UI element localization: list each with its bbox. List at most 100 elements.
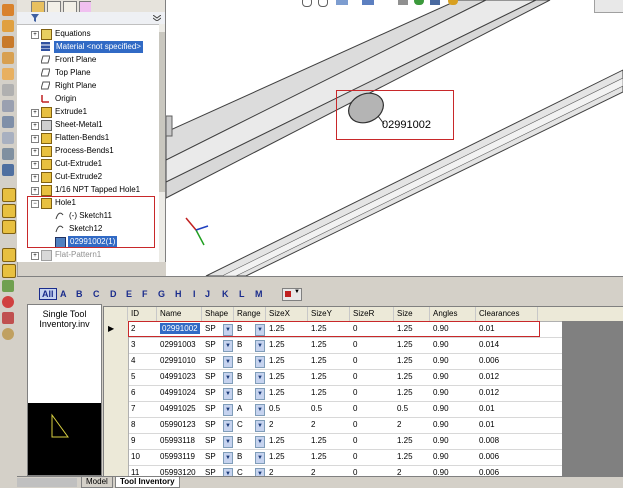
chevron-down-icon[interactable]: ▼ [223,404,233,416]
cell-name[interactable]: 04991025 [157,401,202,417]
toolbar-chamfer-icon[interactable] [2,100,14,112]
expander-icon[interactable]: + [31,109,39,117]
cell-range[interactable]: B ▼ [234,385,266,401]
chevron-down-icon[interactable]: ▼ [223,420,233,432]
toolbar-tool-icon[interactable] [2,312,14,324]
tree-item-extrude1[interactable]: + Extrude1 [17,106,152,118]
cell-range[interactable]: A ▼ [234,401,266,417]
column-header-clearances[interactable]: Clearances [476,307,538,321]
cell-sizer[interactable]: 0 [350,385,394,401]
tree-item-right-plane[interactable]: Right Plane [17,80,152,92]
toolbar-cut-icon[interactable] [2,68,14,80]
tree-item-flatten-bends1[interactable]: + Flatten-Bends1 [17,132,152,144]
tree-item-cut-extrude1[interactable]: + Cut-Extrude1 [17,158,152,170]
cell-shape[interactable]: SP ▼ [202,353,234,369]
cell-name[interactable]: 05993118 [157,433,202,449]
cell-clear[interactable]: 0.01 [476,401,538,417]
column-header-sizer[interactable]: SizeR [350,307,394,321]
cell-name[interactable]: 02991003 [157,337,202,353]
cell-sizey[interactable]: 1.25 [308,449,350,465]
letter-filter-j[interactable]: J [205,289,210,299]
toolbar-flatten-icon[interactable] [2,248,16,262]
cell-sizey[interactable]: 1.25 [308,433,350,449]
filter-icon[interactable] [31,14,39,22]
cell-angles[interactable]: 0.90 [430,417,476,433]
chevron-down-icon[interactable]: ▼ [255,372,265,384]
toolbar-sheetmetal-icon[interactable] [2,188,16,202]
toolbar-palette-icon[interactable] [2,328,14,340]
tab-model[interactable]: Model [81,477,113,488]
column-header-name[interactable]: Name [157,307,202,321]
toolbar-pattern-icon[interactable] [2,132,14,144]
expander-icon[interactable]: + [31,252,39,260]
cell-clear[interactable]: 0.012 [476,369,538,385]
zoom-area-icon[interactable] [318,0,328,7]
cell-range[interactable]: B ▼ [234,353,266,369]
tool-callout-label[interactable]: 02991002 [382,119,431,131]
chevron-down-icon[interactable]: ▼ [255,420,265,432]
column-header-shape[interactable]: Shape [202,307,234,321]
column-header-id[interactable]: ID [128,307,157,321]
table-row[interactable]: 3 02991003 SP ▼ B ▼ 1.25 1.25 0 1.25 0.90 0.014 [104,337,623,354]
cell-range[interactable]: B ▼ [234,433,266,449]
cell-sizey[interactable]: 1.25 [308,369,350,385]
tree-item-equations[interactable]: + Equations [17,28,152,40]
cell-shape[interactable]: SP ▼ [202,433,234,449]
chevron-down-icon[interactable]: ▼ [255,404,265,416]
chevron-down-icon[interactable]: ▼ [223,452,233,464]
cell-sizer[interactable]: 0 [350,417,394,433]
table-row[interactable]: 4 02991010 SP ▼ B ▼ 1.25 1.25 0 1.25 0.90 0.006 [104,353,623,370]
cell-size[interactable]: 1.25 [394,433,430,449]
cell-sizer[interactable]: 0 [350,449,394,465]
cell-angles[interactable]: 0.90 [430,353,476,369]
cell-sizex[interactable]: 0.5 [266,401,308,417]
letter-filter-f[interactable]: F [142,289,148,299]
cell-id[interactable]: 7 [128,401,157,417]
cell-range[interactable]: B ▼ [234,369,266,385]
scene-icon[interactable] [430,0,440,5]
cell-shape[interactable]: SP ▼ [202,337,234,353]
cell-size[interactable]: 1.25 [394,337,430,353]
cell-sizey[interactable]: 1.25 [308,337,350,353]
cell-range[interactable]: B ▼ [234,337,266,353]
tool-type-dropdown[interactable]: ▼ [282,288,302,301]
cell-range[interactable]: C ▼ [234,417,266,433]
view-settings-icon[interactable] [448,0,458,5]
cell-id[interactable]: 5 [128,369,157,385]
cell-angles[interactable]: 0.90 [430,449,476,465]
cell-size[interactable]: 1.25 [394,385,430,401]
table-row[interactable]: 7 04991025 SP ▼ A ▼ 0.5 0.5 0 0.5 0.90 0.01 [104,401,623,418]
table-row[interactable]: 6 04991024 SP ▼ B ▼ 1.25 1.25 0 1.25 0.90 0.012 [104,385,623,402]
tab-tool-inventory[interactable]: Tool Inventory [115,477,180,488]
hide-show-icon[interactable] [398,0,408,5]
cell-name[interactable]: 04991023 [157,369,202,385]
table-row[interactable]: 5 04991023 SP ▼ B ▼ 1.25 1.25 0 1.25 0.90 0.012 [104,369,623,386]
tree-item-top-plane[interactable]: Top Plane [17,67,152,79]
toolbar-bend-icon[interactable] [2,220,16,234]
letter-filter-i[interactable]: I [193,289,196,299]
column-header-sizey[interactable]: SizeY [308,307,350,321]
cell-angles[interactable]: 0.90 [430,401,476,417]
cell-shape[interactable]: SP ▼ [202,417,234,433]
toolbar-extrude-icon[interactable] [2,4,14,16]
tree-item-flat-pattern1[interactable]: + Flat-Pattern1 [17,249,152,261]
scrollbar-thumb[interactable] [159,32,165,192]
tree-item-sheet-metal1[interactable]: + Sheet-Metal1 [17,119,152,131]
cell-sizex[interactable]: 1.25 [266,433,308,449]
letter-filter-h[interactable]: H [175,289,182,299]
cell-name[interactable]: 05990123 [157,417,202,433]
toolbar-loft-icon[interactable] [2,52,14,64]
letter-filter-l[interactable]: L [239,289,245,299]
cell-sizey[interactable]: 1.25 [308,353,350,369]
chevron-down-icon[interactable]: ▼ [223,372,233,384]
cell-shape[interactable]: SP ▼ [202,449,234,465]
table-row[interactable]: 10 05993119 SP ▼ B ▼ 1.25 1.25 0 1.25 0.90 0.006 [104,449,623,466]
chevron-down-icon[interactable]: ▼ [223,436,233,448]
table-row[interactable]: 9 05993118 SP ▼ B ▼ 1.25 1.25 0 1.25 0.90 0.008 [104,433,623,450]
chevron-down-icon[interactable]: ▼ [223,356,233,368]
cell-sizey[interactable]: 0.5 [308,401,350,417]
letter-filter-c[interactable]: C [93,289,100,299]
toolbar-flange-icon[interactable] [2,204,16,218]
toolbar-rib-icon[interactable] [2,164,14,176]
inventory-file-title[interactable]: Single Tool Inventory.inv [30,309,99,329]
